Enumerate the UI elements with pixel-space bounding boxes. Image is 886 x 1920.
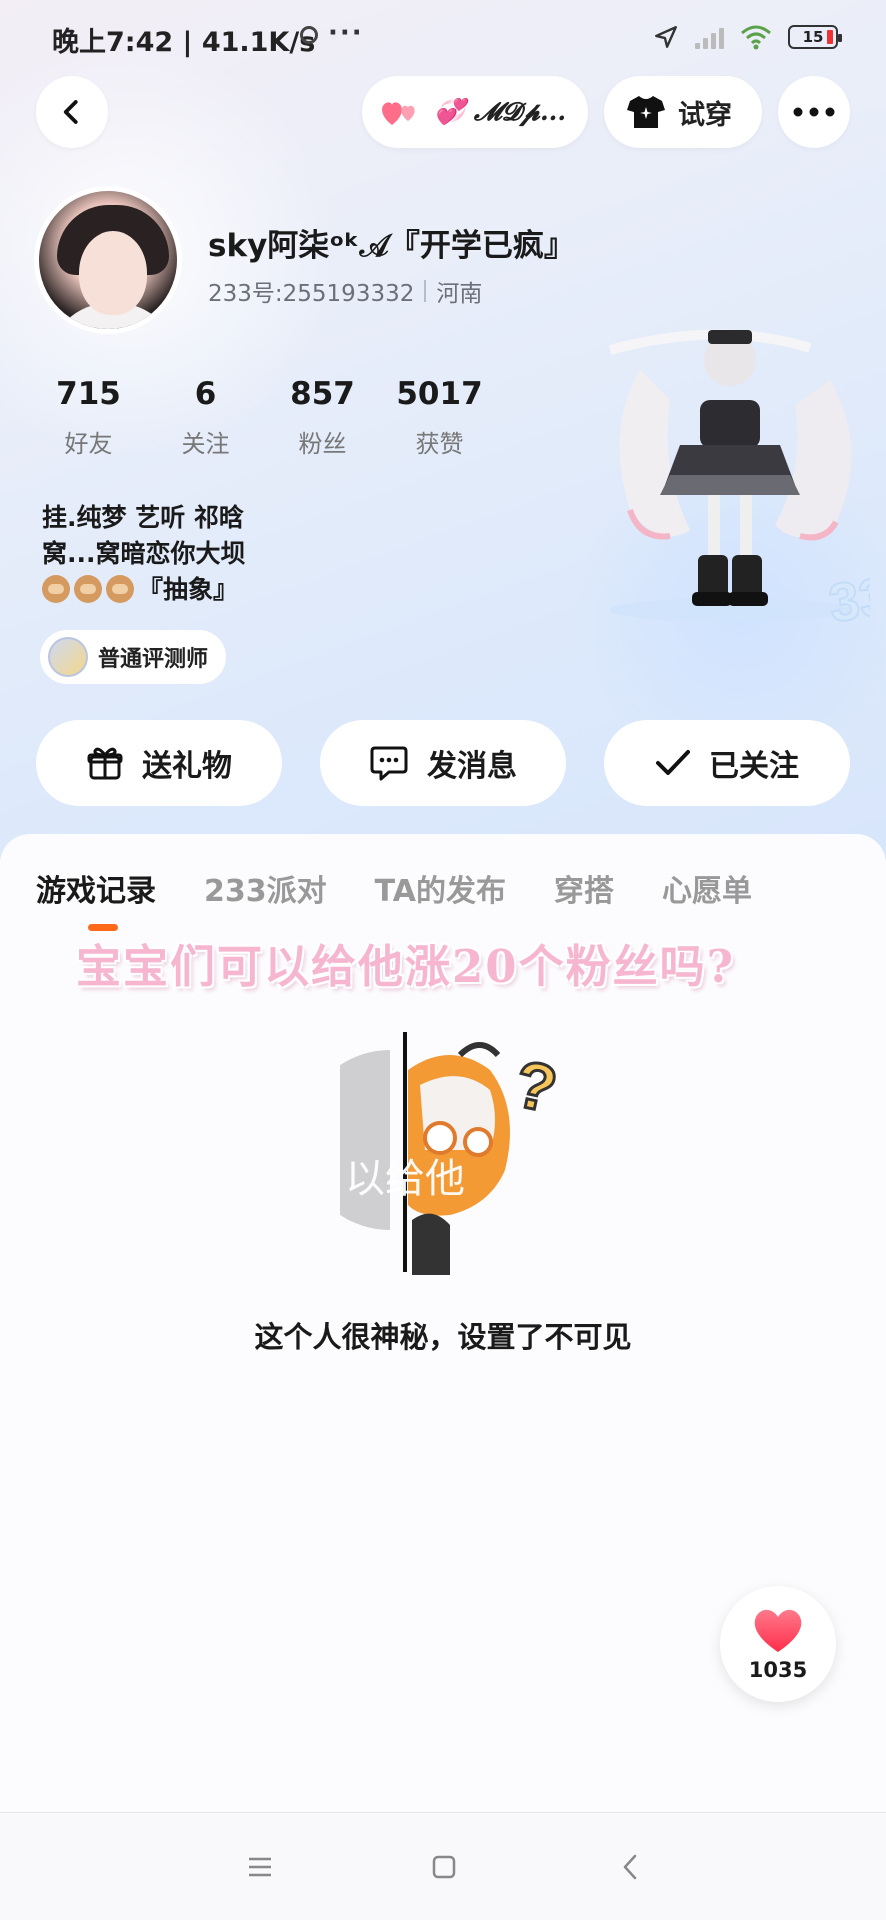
stat-fans-count: 857 xyxy=(290,376,355,412)
tab-233-party[interactable]: 233派对 xyxy=(204,866,327,910)
home-nav-button[interactable] xyxy=(426,1849,462,1885)
battery-level: 15 xyxy=(802,28,824,46)
overlay-caption: 宝宝们可以给他涨20个粉丝吗? xyxy=(76,940,735,993)
send-message-button[interactable]: 发消息 xyxy=(320,720,566,806)
reviewer-badge-label: 普通评测师 xyxy=(98,647,209,672)
illustration-overlay-text: 以给他 xyxy=(345,1156,465,1202)
signal-icon xyxy=(695,25,724,49)
tab-game-records[interactable]: 游戏记录 xyxy=(36,866,156,910)
menu-nav-button[interactable] xyxy=(242,1849,278,1885)
followed-label: 已关注 xyxy=(709,749,799,784)
empty-state-text: 这个人很神秘，设置了不可见 xyxy=(254,1320,632,1354)
chevron-left-icon xyxy=(63,100,78,124)
send-gift-button[interactable]: 送礼物 xyxy=(36,720,282,806)
bio-line: 『抽象』 xyxy=(42,572,342,608)
tab-outfits[interactable]: 穿搭 xyxy=(554,866,614,910)
stat-fans-label: 粉丝 xyxy=(298,430,347,458)
user-id-row: 233号:255193332 河南 xyxy=(208,274,482,308)
chat-bubble-icon xyxy=(370,746,408,781)
battery-icon: 15 xyxy=(788,25,842,49)
wifi-icon xyxy=(741,25,771,50)
user-location: 河南 xyxy=(436,281,483,307)
like-count: 1035 xyxy=(748,1658,808,1682)
heart-icon xyxy=(754,1609,802,1652)
content-panel xyxy=(0,834,886,1920)
status-time: 晚上7:42 | 41.1K/s xyxy=(52,27,316,58)
character-avatar-3d[interactable]: 33 xyxy=(600,310,870,650)
stat-friends[interactable]: 715 好友 xyxy=(30,376,147,459)
try-on-button[interactable]: 试穿 xyxy=(604,76,762,148)
avatar[interactable] xyxy=(34,186,182,334)
status-bar: 晚上7:42 | 41.1K/s ··· 15 xyxy=(0,0,886,80)
square-icon xyxy=(432,1855,456,1879)
stat-following[interactable]: 6 关注 xyxy=(147,376,264,459)
empty-state-illustration: ? 以给他 xyxy=(340,1032,565,1275)
monkey-emoji-icon xyxy=(74,575,102,603)
try-on-label: 试穿 xyxy=(678,99,732,131)
checkmark-icon xyxy=(656,750,690,775)
like-button[interactable]: 1035 xyxy=(720,1586,836,1702)
send-message-label: 发消息 xyxy=(427,749,517,784)
tab-posts[interactable]: TA的发布 xyxy=(375,866,506,910)
monkey-emoji-icon xyxy=(106,575,134,603)
reviewer-badge-icon xyxy=(48,637,88,677)
svg-text:33: 33 xyxy=(825,566,870,634)
status-more: ··· xyxy=(328,18,364,48)
profile-tabs: 游戏记录 233派对 TA的发布 穿搭 心愿单 xyxy=(36,866,752,910)
team-name: 💞 𝓜𝓓𝓹... xyxy=(434,97,567,126)
send-gift-label: 送礼物 xyxy=(142,749,232,784)
stat-friends-label: 好友 xyxy=(64,430,113,458)
bio-line: 窝...窝暗恋你大坝 xyxy=(42,539,246,568)
stats-row: 715 好友 6 关注 857 粉丝 5017 获赞 xyxy=(30,376,498,459)
bio-line-text: 『抽象』 xyxy=(138,575,239,604)
followed-button[interactable]: 已关注 xyxy=(604,720,850,806)
stat-friends-count: 715 xyxy=(56,376,121,412)
menu-icon xyxy=(249,1857,271,1877)
tshirt-icon xyxy=(627,96,665,128)
bio-line: 挂.纯梦 艺听 祁晗 xyxy=(42,503,244,532)
system-nav-bar xyxy=(0,1812,886,1920)
stat-following-count: 6 xyxy=(194,376,217,412)
chevron-left-icon xyxy=(623,1854,637,1880)
notification-icon xyxy=(300,26,318,44)
reviewer-badge[interactable]: 普通评测师 xyxy=(40,630,227,684)
tab-wishlist[interactable]: 心愿单 xyxy=(662,866,752,910)
more-dots-icon xyxy=(793,107,835,117)
stat-likes-count: 5017 xyxy=(396,376,483,412)
stat-likes[interactable]: 5017 获赞 xyxy=(381,376,498,459)
stat-fans[interactable]: 857 粉丝 xyxy=(264,376,381,459)
team-pill-button[interactable]: 💞 𝓜𝓓𝓹... xyxy=(362,76,588,148)
stat-following-label: 关注 xyxy=(181,430,230,458)
gift-icon xyxy=(87,747,123,780)
more-button[interactable] xyxy=(778,76,850,148)
back-nav-button[interactable] xyxy=(612,1849,648,1885)
monkey-emoji-icon xyxy=(42,575,70,603)
user-bio: 挂.纯梦 艺听 祁晗 窝...窝暗恋你大坝 『抽象』 xyxy=(42,500,342,608)
svg-text:?: ? xyxy=(508,1046,563,1127)
back-button[interactable] xyxy=(36,76,108,148)
hearts-icon xyxy=(382,102,415,125)
username: sky阿柒ᵒᵏ𝒜『开学已疯』 xyxy=(208,228,575,264)
location-icon xyxy=(655,26,677,48)
stat-likes-label: 获赞 xyxy=(415,430,464,458)
user-id[interactable]: 233号:255193332 xyxy=(208,274,414,308)
